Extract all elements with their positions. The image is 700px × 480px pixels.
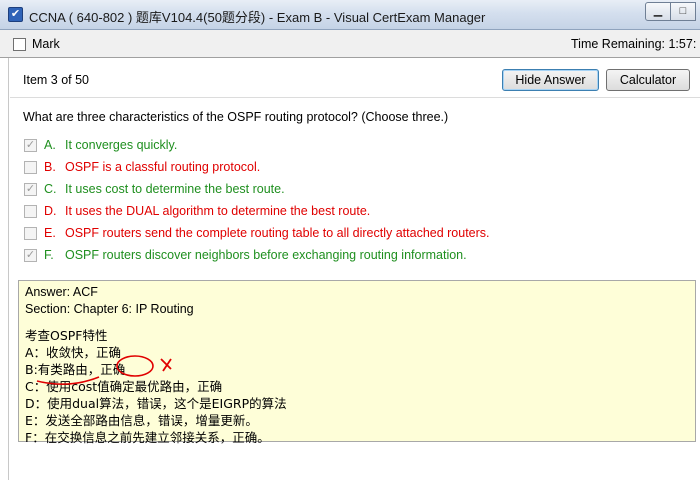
answer-line: Answer: ACF xyxy=(25,285,98,299)
calculator-button[interactable]: Calculator xyxy=(606,69,690,91)
option-text: It uses the DUAL algorithm to determine … xyxy=(65,204,371,218)
option-checkbox[interactable] xyxy=(24,227,37,240)
item-counter: Item 3 of 50 xyxy=(23,73,90,87)
section-line: Section: Chapter 6: IP Routing xyxy=(25,302,194,316)
option-checkbox[interactable]: ✓ xyxy=(24,139,37,152)
option-text: It converges quickly. xyxy=(65,138,178,152)
option-letter: D. xyxy=(44,204,57,218)
mark-label: Mark xyxy=(32,37,60,51)
circle-stroke xyxy=(116,355,154,377)
window-title: CCNA ( 640-802 ) 题库V104.4(50题分段) - Exam … xyxy=(29,10,486,25)
window-controls: ▁ □ xyxy=(645,2,696,22)
explanation-line: F：在交换信息之前先建立邻接关系，正确。 xyxy=(25,430,270,445)
mark-toolbar: Mark Time Remaining: 1:57: xyxy=(0,30,700,58)
answer-panel: Answer: ACF Section: Chapter 6: IP Routi… xyxy=(18,280,696,445)
time-remaining: Time Remaining: 1:57: xyxy=(571,37,697,51)
option-checkbox[interactable] xyxy=(24,161,37,174)
mark-checkbox[interactable] xyxy=(13,38,26,51)
option-text: OSPF routers discover neighbors before e… xyxy=(65,248,467,262)
minimize-button[interactable]: ▁ xyxy=(645,2,671,21)
option-text: OSPF is a classful routing protocol. xyxy=(65,160,261,174)
option-text: OSPF routers send the complete routing t… xyxy=(65,226,490,240)
content-border xyxy=(8,58,9,480)
option-letter: E. xyxy=(44,226,56,240)
underline-stroke xyxy=(36,376,100,385)
option-letter: B. xyxy=(44,160,56,174)
hide-answer-button[interactable]: Hide Answer xyxy=(502,69,599,91)
option-text: It uses cost to determine the best route… xyxy=(65,182,285,196)
maximize-button[interactable]: □ xyxy=(670,2,696,21)
app-checkbox-icon: ✔ xyxy=(8,7,23,22)
cross-mark-icon xyxy=(160,358,172,372)
option-letter: C. xyxy=(44,182,57,196)
option-checkbox[interactable]: ✓ xyxy=(24,183,37,196)
option-letter: F. xyxy=(44,248,54,262)
option-checkbox[interactable]: ✓ xyxy=(24,249,37,262)
title-bar: ✔ CCNA ( 640-802 ) 题库V104.4(50题分段) - Exa… xyxy=(0,0,700,30)
question-text: What are three characteristics of the OS… xyxy=(23,110,449,124)
option-checkbox[interactable] xyxy=(24,205,37,218)
header-divider xyxy=(10,97,700,98)
option-letter: A. xyxy=(44,138,56,152)
handwritten-annotation xyxy=(36,355,172,385)
